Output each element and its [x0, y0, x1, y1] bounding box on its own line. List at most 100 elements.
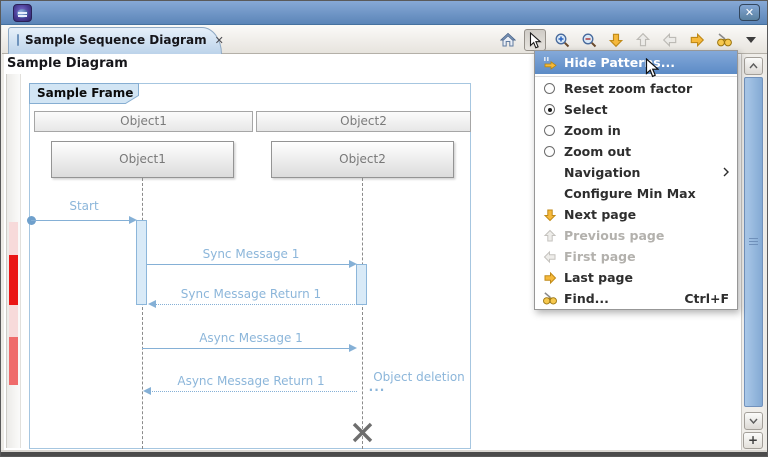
previous-page-button[interactable] [632, 29, 654, 51]
zoom-in-button[interactable] [551, 29, 573, 51]
scroll-thumb[interactable] [744, 77, 763, 407]
menu-item-label: Reset zoom factor [564, 81, 692, 96]
tab-close-icon[interactable]: ✕ [215, 34, 224, 47]
menu-item-label: First page [564, 249, 636, 264]
arrow-left-icon [662, 32, 678, 48]
home-icon [500, 32, 516, 48]
menu-item-hide-patterns[interactable]: Hide Patterns... [535, 51, 737, 74]
arrowhead-right-icon [349, 344, 357, 352]
arrowhead-right-icon [349, 260, 357, 268]
destruction-x-icon[interactable] [351, 421, 374, 444]
menu-item-select[interactable]: Select [535, 99, 737, 120]
menu-item-label: Zoom out [564, 144, 631, 159]
chevron-down-icon [746, 37, 756, 48]
window-bottom-border [1, 450, 768, 457]
ruler-marker-red[interactable] [9, 255, 18, 305]
first-page-button[interactable] [659, 29, 681, 51]
menu-item-find[interactable]: Find... Ctrl+F [535, 288, 737, 309]
menu-item-label: Zoom in [564, 123, 621, 138]
frame-label: Sample Frame [37, 86, 133, 100]
ruler-marker-salmon[interactable] [9, 337, 18, 385]
app-window: ✕ Sample Sequence Diagram ✕ [0, 0, 768, 457]
time-compression-ruler [6, 74, 21, 448]
scroll-down-button[interactable] [744, 412, 763, 430]
start-label: Start [49, 199, 119, 213]
arrow-down-icon [541, 207, 558, 223]
hide-patterns-icon [541, 56, 558, 70]
arrow-right-icon [689, 32, 705, 48]
menu-item-reset-zoom[interactable]: Reset zoom factor [535, 78, 737, 99]
object-box-1[interactable]: Object1 [51, 141, 234, 178]
async-return-1-line[interactable] [146, 391, 357, 392]
mouse-cursor-icon [645, 58, 659, 78]
arrow-down-icon [608, 32, 624, 48]
vertical-scrollbar[interactable] [741, 54, 764, 450]
menu-item-zoom-out[interactable]: Zoom out [535, 141, 737, 162]
next-page-button[interactable] [605, 29, 627, 51]
arrow-up-icon [635, 32, 651, 48]
radio-icon [544, 125, 555, 136]
radio-selected-icon [544, 104, 555, 115]
menu-item-label: Find... [564, 291, 609, 306]
frame-border [29, 83, 471, 449]
cursor-icon [529, 32, 542, 49]
find-button[interactable] [713, 29, 735, 51]
window-titlebar: ✕ [1, 1, 767, 25]
home-button[interactable] [497, 29, 519, 51]
ruler-marker-pink-1[interactable] [9, 222, 18, 255]
find-icon [716, 32, 733, 48]
select-tool-button[interactable] [524, 29, 546, 51]
menu-item-previous-page[interactable]: Previous page [535, 225, 737, 246]
sync-message-1-line[interactable] [147, 264, 352, 265]
tab-sample-sequence-diagram[interactable]: Sample Sequence Diagram ✕ [8, 27, 222, 54]
view-toolbar [497, 28, 762, 52]
zoom-out-button[interactable] [578, 29, 600, 51]
scroll-up-button[interactable] [744, 57, 763, 75]
header-col-object1[interactable]: Object1 [34, 111, 253, 132]
arrowhead-left-icon [143, 387, 151, 395]
lifeline-object1[interactable] [142, 178, 143, 449]
menu-item-label: Navigation [564, 165, 640, 180]
thumb-grip-icon [749, 238, 758, 246]
radio-icon [544, 146, 555, 157]
lifeline-object2[interactable] [362, 178, 363, 449]
tab-label: Sample Sequence Diagram [25, 33, 207, 47]
object-box-2[interactable]: Object2 [271, 141, 454, 178]
menu-item-configure-min-max[interactable]: Configure Min Max [535, 183, 737, 204]
menu-separator [535, 74, 737, 77]
menu-item-next-page[interactable]: Next page [535, 204, 737, 225]
chevron-down-icon [749, 418, 758, 424]
sync-return-1-line[interactable] [151, 304, 357, 305]
close-icon: ✕ [745, 6, 754, 19]
menu-item-label: Next page [564, 207, 636, 222]
start-message-line[interactable] [31, 220, 133, 221]
menu-item-label: Configure Min Max [564, 186, 696, 201]
diagram-tab-icon [17, 34, 19, 46]
menu-item-label: Previous page [564, 228, 664, 243]
async-message-1-line[interactable] [142, 348, 352, 349]
menu-item-zoom-in[interactable]: Zoom in [535, 120, 737, 141]
header-col-object2[interactable]: Object2 [256, 111, 471, 132]
window-close-button[interactable]: ✕ [739, 4, 760, 21]
arrowhead-left-icon [148, 300, 156, 308]
sync-return-1-label: Sync Message Return 1 [146, 287, 356, 301]
menu-item-first-page[interactable]: First page [535, 246, 737, 267]
zoom-plus-button[interactable]: + [743, 432, 763, 449]
ruler-marker-pink-2[interactable] [9, 305, 18, 337]
object-deletion-ellipsis: ... [367, 380, 387, 394]
find-icon [541, 291, 558, 307]
last-page-button[interactable] [686, 29, 708, 51]
menu-item-navigation[interactable]: Navigation [535, 162, 737, 183]
menu-item-label: Last page [564, 270, 633, 285]
view-menu-button[interactable] [740, 29, 762, 51]
view-header: Sample Diagram [7, 56, 128, 71]
async-return-1-label: Async Message Return 1 [141, 374, 361, 388]
arrow-right-icon [541, 270, 558, 286]
sync-message-1-label: Sync Message 1 [151, 247, 351, 261]
zoom-in-icon [554, 32, 571, 49]
chevron-up-icon [749, 63, 758, 69]
menu-item-last-page[interactable]: Last page [535, 267, 737, 288]
zoom-out-icon [581, 32, 598, 49]
activation-bar-2[interactable] [356, 264, 367, 305]
menu-item-label: Select [564, 102, 608, 117]
